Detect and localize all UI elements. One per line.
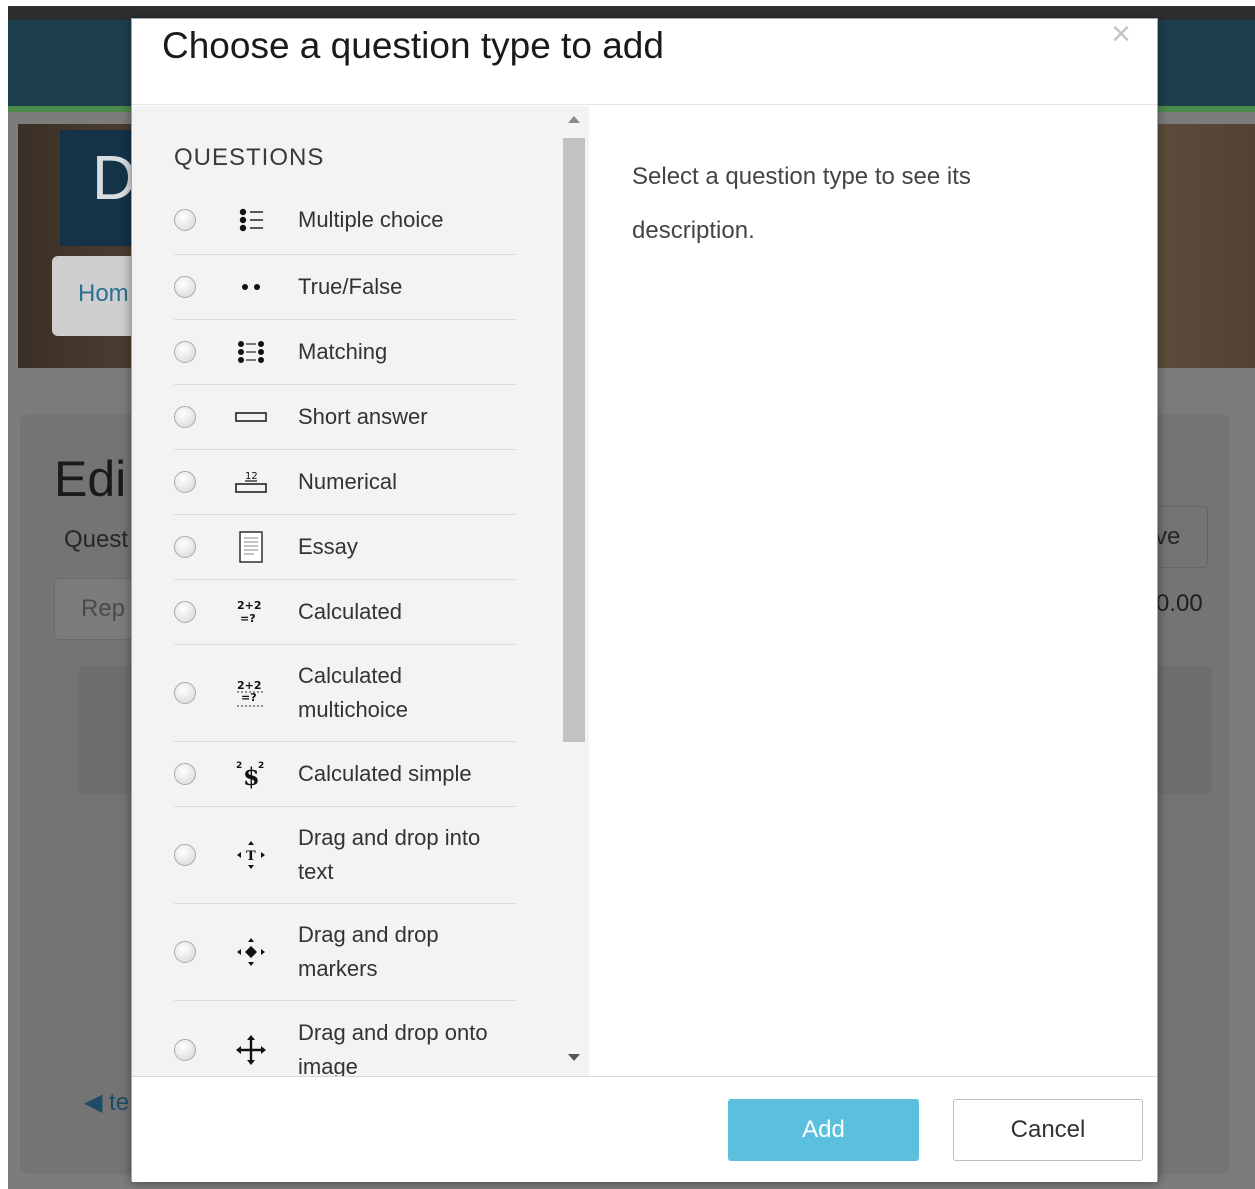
option-label: Short answer: [298, 404, 428, 429]
option-drag-drop-markers[interactable]: Drag and drop markers: [174, 904, 516, 1001]
dialog-body: QUESTIONS Multiple choice True/False Mat…: [132, 106, 1157, 1076]
option-true-false[interactable]: True/False: [174, 255, 516, 320]
option-matching[interactable]: Matching: [174, 320, 516, 385]
add-button[interactable]: Add: [728, 1099, 919, 1161]
radio-button[interactable]: [174, 471, 196, 493]
radio-button[interactable]: [174, 844, 196, 866]
calculated-icon: 2+2 =?: [234, 595, 268, 629]
maximum-grade: 0.00: [1156, 590, 1203, 617]
option-calculated-simple[interactable]: 2 2 $ Calculated simple: [174, 742, 516, 807]
svg-text:2+2: 2+2: [237, 599, 262, 612]
option-label: Calculated multichoice: [298, 663, 409, 722]
numerical-icon: 12: [234, 465, 268, 499]
option-label: Numerical: [298, 469, 398, 494]
option-label: Calculated simple: [298, 761, 472, 786]
radio-button[interactable]: [174, 763, 196, 785]
option-drag-drop-onto-image[interactable]: Drag and drop onto image: [174, 1001, 516, 1076]
scroll-down-arrow-icon[interactable]: [568, 1054, 580, 1061]
option-label: Drag and drop onto image: [298, 1019, 488, 1077]
option-numerical[interactable]: 12 Numerical: [174, 450, 516, 515]
svg-text:2: 2: [236, 761, 242, 771]
option-label: Calculated: [298, 599, 402, 624]
essay-icon: [234, 530, 268, 564]
true-false-icon: [234, 270, 268, 304]
svg-text:12: 12: [245, 471, 258, 482]
options-scrollbar[interactable]: [561, 106, 587, 1076]
radio-button[interactable]: [174, 406, 196, 428]
question-type-options: QUESTIONS Multiple choice True/False Mat…: [174, 106, 516, 1076]
calculated-multichoice-icon: 2+2 =?: [234, 676, 268, 710]
svg-text:T: T: [246, 849, 256, 864]
dialog-header: Choose a question type to add ×: [132, 17, 1157, 105]
radio-button[interactable]: [174, 276, 196, 298]
cancel-button[interactable]: Cancel: [953, 1099, 1143, 1161]
option-label: Drag and drop into text: [298, 825, 481, 884]
calculated-simple-icon: 2 2 $: [234, 757, 268, 791]
radio-button[interactable]: [174, 536, 196, 558]
drag-drop-text-icon: T: [234, 838, 268, 872]
question-type-description-pane: Select a question type to see its descri…: [590, 106, 1156, 1076]
option-short-answer[interactable]: Short answer: [174, 385, 516, 450]
option-label: Essay: [298, 534, 358, 559]
svg-text:=?: =?: [241, 691, 257, 704]
radio-button[interactable]: [174, 1038, 196, 1061]
option-calculated[interactable]: 2+2 =? Calculated: [174, 580, 516, 645]
drag-drop-markers-icon: [234, 935, 268, 969]
close-icon[interactable]: ×: [1111, 17, 1131, 51]
question-type-list[interactable]: QUESTIONS Multiple choice True/False Mat…: [132, 106, 589, 1076]
page-heading: Edi: [54, 451, 127, 507]
description-placeholder: Select a question type to see its descri…: [632, 163, 971, 244]
drag-drop-image-icon: [234, 1033, 268, 1067]
option-label: Multiple choice: [298, 207, 444, 232]
option-calculated-multichoice[interactable]: 2+2 =? Calculated multichoice: [174, 645, 516, 742]
short-answer-icon: [234, 400, 268, 434]
radio-button[interactable]: [174, 941, 196, 963]
svg-text:$: $: [243, 762, 260, 790]
dialog-footer: Add Cancel: [132, 1076, 1157, 1182]
section-heading: QUESTIONS: [174, 144, 325, 171]
scroll-up-arrow-icon[interactable]: [568, 116, 580, 123]
option-multiple-choice[interactable]: Multiple choice: [174, 190, 516, 255]
scrollbar-thumb[interactable]: [563, 138, 585, 742]
dialog-title: Choose a question type to add: [162, 25, 664, 66]
multiple-choice-icon: [234, 203, 268, 237]
svg-text:=?: =?: [240, 612, 256, 625]
radio-button[interactable]: [174, 209, 196, 231]
radio-button[interactable]: [174, 341, 196, 363]
matching-icon: [234, 335, 268, 369]
back-link: ◀ te: [84, 1089, 130, 1116]
option-essay[interactable]: Essay: [174, 515, 516, 580]
option-label: True/False: [298, 274, 403, 299]
question-type-chooser-dialog: Choose a question type to add × QUESTION…: [131, 17, 1158, 1182]
option-label: Drag and drop markers: [298, 922, 439, 981]
option-label: Matching: [298, 339, 388, 364]
radio-button[interactable]: [174, 601, 196, 623]
questions-label: Quest: [64, 526, 129, 553]
radio-button[interactable]: [174, 682, 196, 704]
option-drag-drop-into-text[interactable]: T Drag and drop into text: [174, 807, 516, 904]
